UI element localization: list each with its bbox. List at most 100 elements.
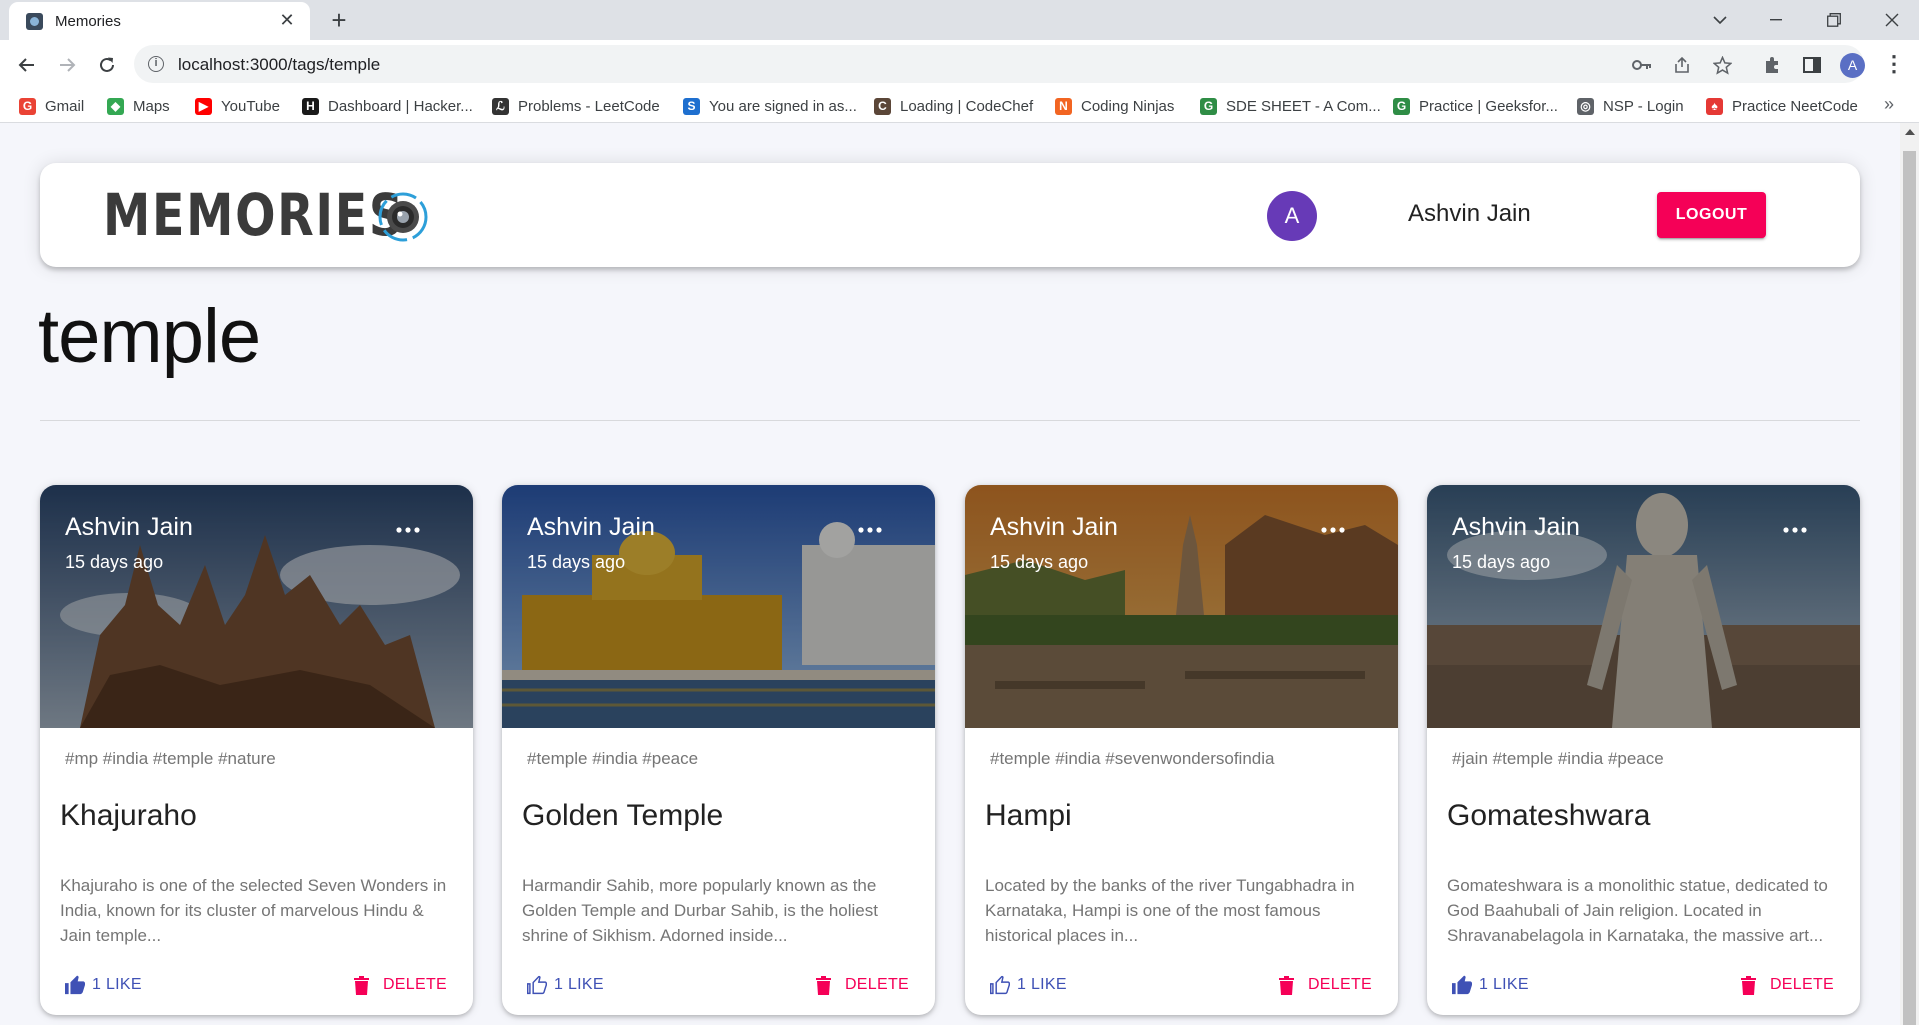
- bookmark-item[interactable]: ℒ Problems - LeetCode: [492, 96, 660, 116]
- bookmark-label: Practice | Geeksfor...: [1419, 97, 1558, 115]
- post-card: Ashvin Jain 15 days ago #mp #india #temp…: [40, 485, 473, 1015]
- bookmark-item[interactable]: G SDE SHEET - A Com...: [1200, 96, 1381, 116]
- post-title[interactable]: Gomateshwara: [1447, 799, 1650, 833]
- site-info-icon[interactable]: i: [148, 56, 164, 72]
- post-description: Gomateshwara is a monolithic statue, ded…: [1447, 876, 1828, 945]
- neetcode-icon: ♠: [1706, 97, 1723, 115]
- bookmark-item[interactable]: C Loading | CodeChef: [874, 96, 1033, 116]
- post-tags: #temple #india #peace: [527, 749, 699, 768]
- like-button[interactable]: 1 LIKE: [526, 973, 604, 997]
- post-timestamp: 15 days ago: [1452, 552, 1551, 572]
- bookmark-label: YouTube: [221, 97, 280, 115]
- bookmark-item[interactable]: ▶ YouTube: [195, 96, 280, 116]
- bookmark-label: Maps: [133, 97, 170, 115]
- trash-icon: [1278, 975, 1294, 995]
- brand-title[interactable]: MEMORIES: [103, 183, 405, 247]
- bookmark-label: You are signed in as...: [709, 97, 857, 115]
- more-options-icon[interactable]: [857, 523, 883, 537]
- address-bar[interactable]: i localhost:3000/tags/temple: [134, 45, 1864, 83]
- password-key-icon[interactable]: [1631, 54, 1653, 76]
- bookmark-label: Practice NeetCode: [1732, 97, 1858, 115]
- post-image: Ashvin Jain 15 days ago: [40, 485, 473, 728]
- post-card: Ashvin Jain 15 days ago #temple #india #…: [965, 485, 1398, 1015]
- delete-button[interactable]: DELETE: [815, 973, 909, 997]
- post-title[interactable]: Golden Temple: [522, 799, 723, 833]
- camera-lens-logo-icon: [378, 192, 428, 242]
- bookmark-item[interactable]: ◎ NSP - Login: [1577, 96, 1684, 116]
- like-button[interactable]: 1 LIKE: [64, 973, 142, 997]
- maps-icon: ◆: [107, 97, 124, 115]
- codechef-icon: C: [874, 97, 891, 115]
- post-image: Ashvin Jain 15 days ago: [1427, 485, 1860, 728]
- like-button[interactable]: 1 LIKE: [989, 973, 1067, 997]
- bookmark-star-icon[interactable]: [1711, 54, 1733, 76]
- extensions-puzzle-icon[interactable]: [1757, 50, 1787, 80]
- trash-icon: [1740, 975, 1756, 995]
- bookmark-item[interactable]: ♠ Practice NeetCode: [1706, 96, 1858, 116]
- bookmark-item[interactable]: G Practice | Geeksfor...: [1393, 96, 1558, 116]
- thumb-up-icon: [1452, 975, 1472, 995]
- scrollbar-thumb[interactable]: [1903, 151, 1916, 1025]
- side-panel-icon[interactable]: [1797, 50, 1827, 80]
- delete-button[interactable]: DELETE: [353, 973, 447, 997]
- bookmark-item[interactable]: N Coding Ninjas: [1055, 96, 1174, 116]
- browser-profile-avatar[interactable]: A: [1840, 53, 1865, 78]
- more-options-icon[interactable]: [1782, 523, 1808, 537]
- divider: [40, 420, 1860, 421]
- app-header: MEMORIES A Ashvin Jain LOGOUT: [40, 163, 1860, 267]
- forward-arrow-icon[interactable]: [52, 50, 82, 80]
- share-icon[interactable]: [1671, 54, 1693, 76]
- spoj-icon: S: [683, 97, 700, 115]
- browser-tab-memories[interactable]: Memories ✕: [9, 2, 310, 40]
- close-tab-icon[interactable]: ✕: [277, 10, 297, 30]
- post-author: Ashvin Jain: [990, 513, 1118, 541]
- page-scrollbar[interactable]: [1900, 123, 1919, 1025]
- globe-icon: ◎: [1577, 97, 1594, 115]
- more-options-icon[interactable]: [395, 523, 421, 537]
- reload-icon[interactable]: [92, 50, 122, 80]
- bookmark-label: NSP - Login: [1603, 97, 1684, 115]
- back-arrow-icon[interactable]: [12, 50, 42, 80]
- browser-menu-icon[interactable]: ⋮: [1882, 53, 1906, 77]
- more-bookmarks-chevron-icon[interactable]: »: [1884, 94, 1894, 115]
- bookmark-label: Loading | CodeChef: [900, 97, 1034, 115]
- bookmark-item[interactable]: ◆ Maps: [107, 96, 170, 116]
- post-author: Ashvin Jain: [1452, 513, 1580, 541]
- delete-label: DELETE: [1769, 976, 1834, 993]
- delete-label: DELETE: [382, 976, 447, 993]
- restore-window-button[interactable]: [1808, 0, 1860, 40]
- new-tab-button[interactable]: +: [325, 6, 353, 34]
- delete-label: DELETE: [1307, 976, 1372, 993]
- scroll-up-arrow-icon[interactable]: [1905, 129, 1915, 135]
- user-avatar[interactable]: A: [1267, 191, 1317, 241]
- post-card: Ashvin Jain 15 days ago #jain #temple #i…: [1427, 485, 1860, 1015]
- more-options-icon[interactable]: [1320, 523, 1346, 537]
- close-window-button[interactable]: [1866, 0, 1918, 40]
- post-tags: #mp #india #temple #nature: [65, 749, 276, 768]
- tab-search-chevron-icon[interactable]: [1694, 0, 1746, 40]
- post-author: Ashvin Jain: [65, 513, 193, 541]
- delete-button[interactable]: DELETE: [1278, 973, 1372, 997]
- codingninjas-icon: N: [1055, 97, 1072, 115]
- post-author: Ashvin Jain: [527, 513, 655, 541]
- site-favicon-icon: [26, 13, 43, 30]
- bookmark-item[interactable]: H Dashboard | Hacker...: [302, 96, 473, 116]
- logout-button[interactable]: LOGOUT: [1657, 192, 1766, 238]
- post-title[interactable]: Hampi: [985, 799, 1072, 833]
- bookmark-item[interactable]: S You are signed in as...: [683, 96, 857, 116]
- bookmark-item[interactable]: G Gmail: [19, 96, 84, 116]
- bookmark-label: Dashboard | Hacker...: [328, 97, 473, 115]
- bookmark-label: Problems - LeetCode: [518, 97, 660, 115]
- minimize-window-button[interactable]: [1750, 0, 1802, 40]
- post-description: Located by the banks of the river Tungab…: [985, 876, 1355, 945]
- gmail-icon: G: [19, 97, 36, 115]
- post-tags: #jain #temple #india #peace: [1452, 749, 1664, 768]
- delete-button[interactable]: DELETE: [1740, 973, 1834, 997]
- like-button[interactable]: 1 LIKE: [1451, 973, 1529, 997]
- post-title[interactable]: Khajuraho: [60, 799, 197, 833]
- thumb-up-outline-icon: [527, 975, 547, 995]
- like-count: 1 LIKE: [554, 976, 604, 993]
- youtube-icon: ▶: [195, 97, 212, 115]
- address-url[interactable]: localhost:3000/tags/temple: [178, 55, 380, 75]
- thumb-up-icon: [65, 975, 85, 995]
